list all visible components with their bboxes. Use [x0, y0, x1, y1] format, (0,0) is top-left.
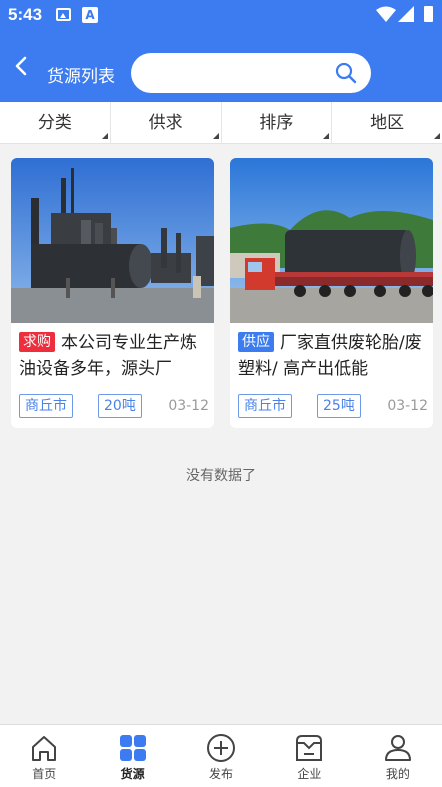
tab-label: 货源 — [120, 767, 145, 781]
supply-tag: 供应 — [238, 332, 274, 352]
battery-icon — [424, 6, 433, 22]
app-header: 货源列表 — [0, 32, 442, 102]
bottom-tab-bar: 首页 货源 发布 企业 我的 — [0, 724, 442, 787]
dropdown-corner-icon — [323, 133, 330, 139]
tab-label: 我的 — [385, 767, 410, 781]
tab-label: 发布 — [209, 767, 234, 781]
wifi-icon — [376, 6, 396, 22]
app-notification-icon: A — [82, 7, 98, 23]
listing-card[interactable]: 供应 厂家直供废轮胎/废塑料/ 高产出低能 商丘市 25吨 03-12 — [230, 158, 433, 428]
filter-label: 分类 — [37, 113, 72, 133]
listing-title: 供应 厂家直供废轮胎/废塑料/ 高产出低能 — [238, 330, 428, 382]
status-time: 5:43 — [8, 5, 43, 24]
grid-icon — [119, 735, 146, 761]
tab-publish[interactable]: 发布 — [177, 725, 265, 787]
home-icon — [32, 736, 57, 761]
quantity-tag: 20吨 — [98, 394, 142, 418]
tab-mine[interactable]: 我的 — [354, 725, 442, 787]
tab-enterprise[interactable]: 企业 — [265, 725, 353, 787]
plus-circle-icon — [207, 734, 236, 762]
dropdown-corner-icon — [434, 133, 440, 139]
search-icon[interactable] — [335, 62, 357, 84]
filter-label: 地区 — [370, 113, 405, 133]
tab-goods[interactable]: 货源 — [88, 725, 176, 787]
filter-region[interactable]: 地区 — [332, 102, 442, 143]
page-title: 货源列表 — [47, 67, 115, 87]
tab-label: 企业 — [297, 767, 322, 781]
quantity-tag: 25吨 — [317, 394, 361, 418]
listing-date: 03-12 — [387, 398, 428, 414]
listing-date: 03-12 — [168, 398, 209, 414]
filter-bar: 分类 供求 排序 地区 — [0, 102, 442, 144]
signal-icon — [398, 6, 414, 22]
listing-card[interactable]: 求购 本公司专业生产炼油设备多年，源头厂 商丘市 20吨 03-12 — [11, 158, 214, 428]
filter-category[interactable]: 分类 — [0, 102, 111, 143]
search-box[interactable] — [131, 53, 371, 93]
user-icon — [384, 735, 411, 761]
pyrolysis-plant-photo — [11, 158, 214, 323]
listing-meta: 商丘市 20吨 03-12 — [19, 394, 209, 418]
back-arrow-icon[interactable] — [10, 54, 34, 78]
city-tag: 商丘市 — [238, 394, 292, 418]
filter-supply-demand[interactable]: 供求 — [111, 102, 222, 143]
filter-sort[interactable]: 排序 — [222, 102, 333, 143]
dropdown-corner-icon — [212, 133, 219, 139]
tab-label: 首页 — [32, 767, 57, 781]
reactor-truck-photo — [230, 158, 433, 323]
filter-label: 排序 — [259, 113, 294, 133]
search-input[interactable] — [145, 59, 325, 87]
status-bar: 5:43 A — [0, 0, 442, 32]
listing-title: 求购 本公司专业生产炼油设备多年，源头厂 — [19, 330, 209, 382]
list-end-text: 没有数据了 — [186, 468, 256, 484]
filter-label: 供求 — [148, 113, 183, 133]
building-icon — [296, 735, 323, 761]
listing-meta: 商丘市 25吨 03-12 — [238, 394, 428, 418]
dropdown-corner-icon — [101, 133, 108, 139]
image-notification-icon — [56, 8, 71, 21]
city-tag: 商丘市 — [19, 394, 73, 418]
buy-tag: 求购 — [19, 332, 55, 352]
tab-home[interactable]: 首页 — [0, 725, 88, 787]
